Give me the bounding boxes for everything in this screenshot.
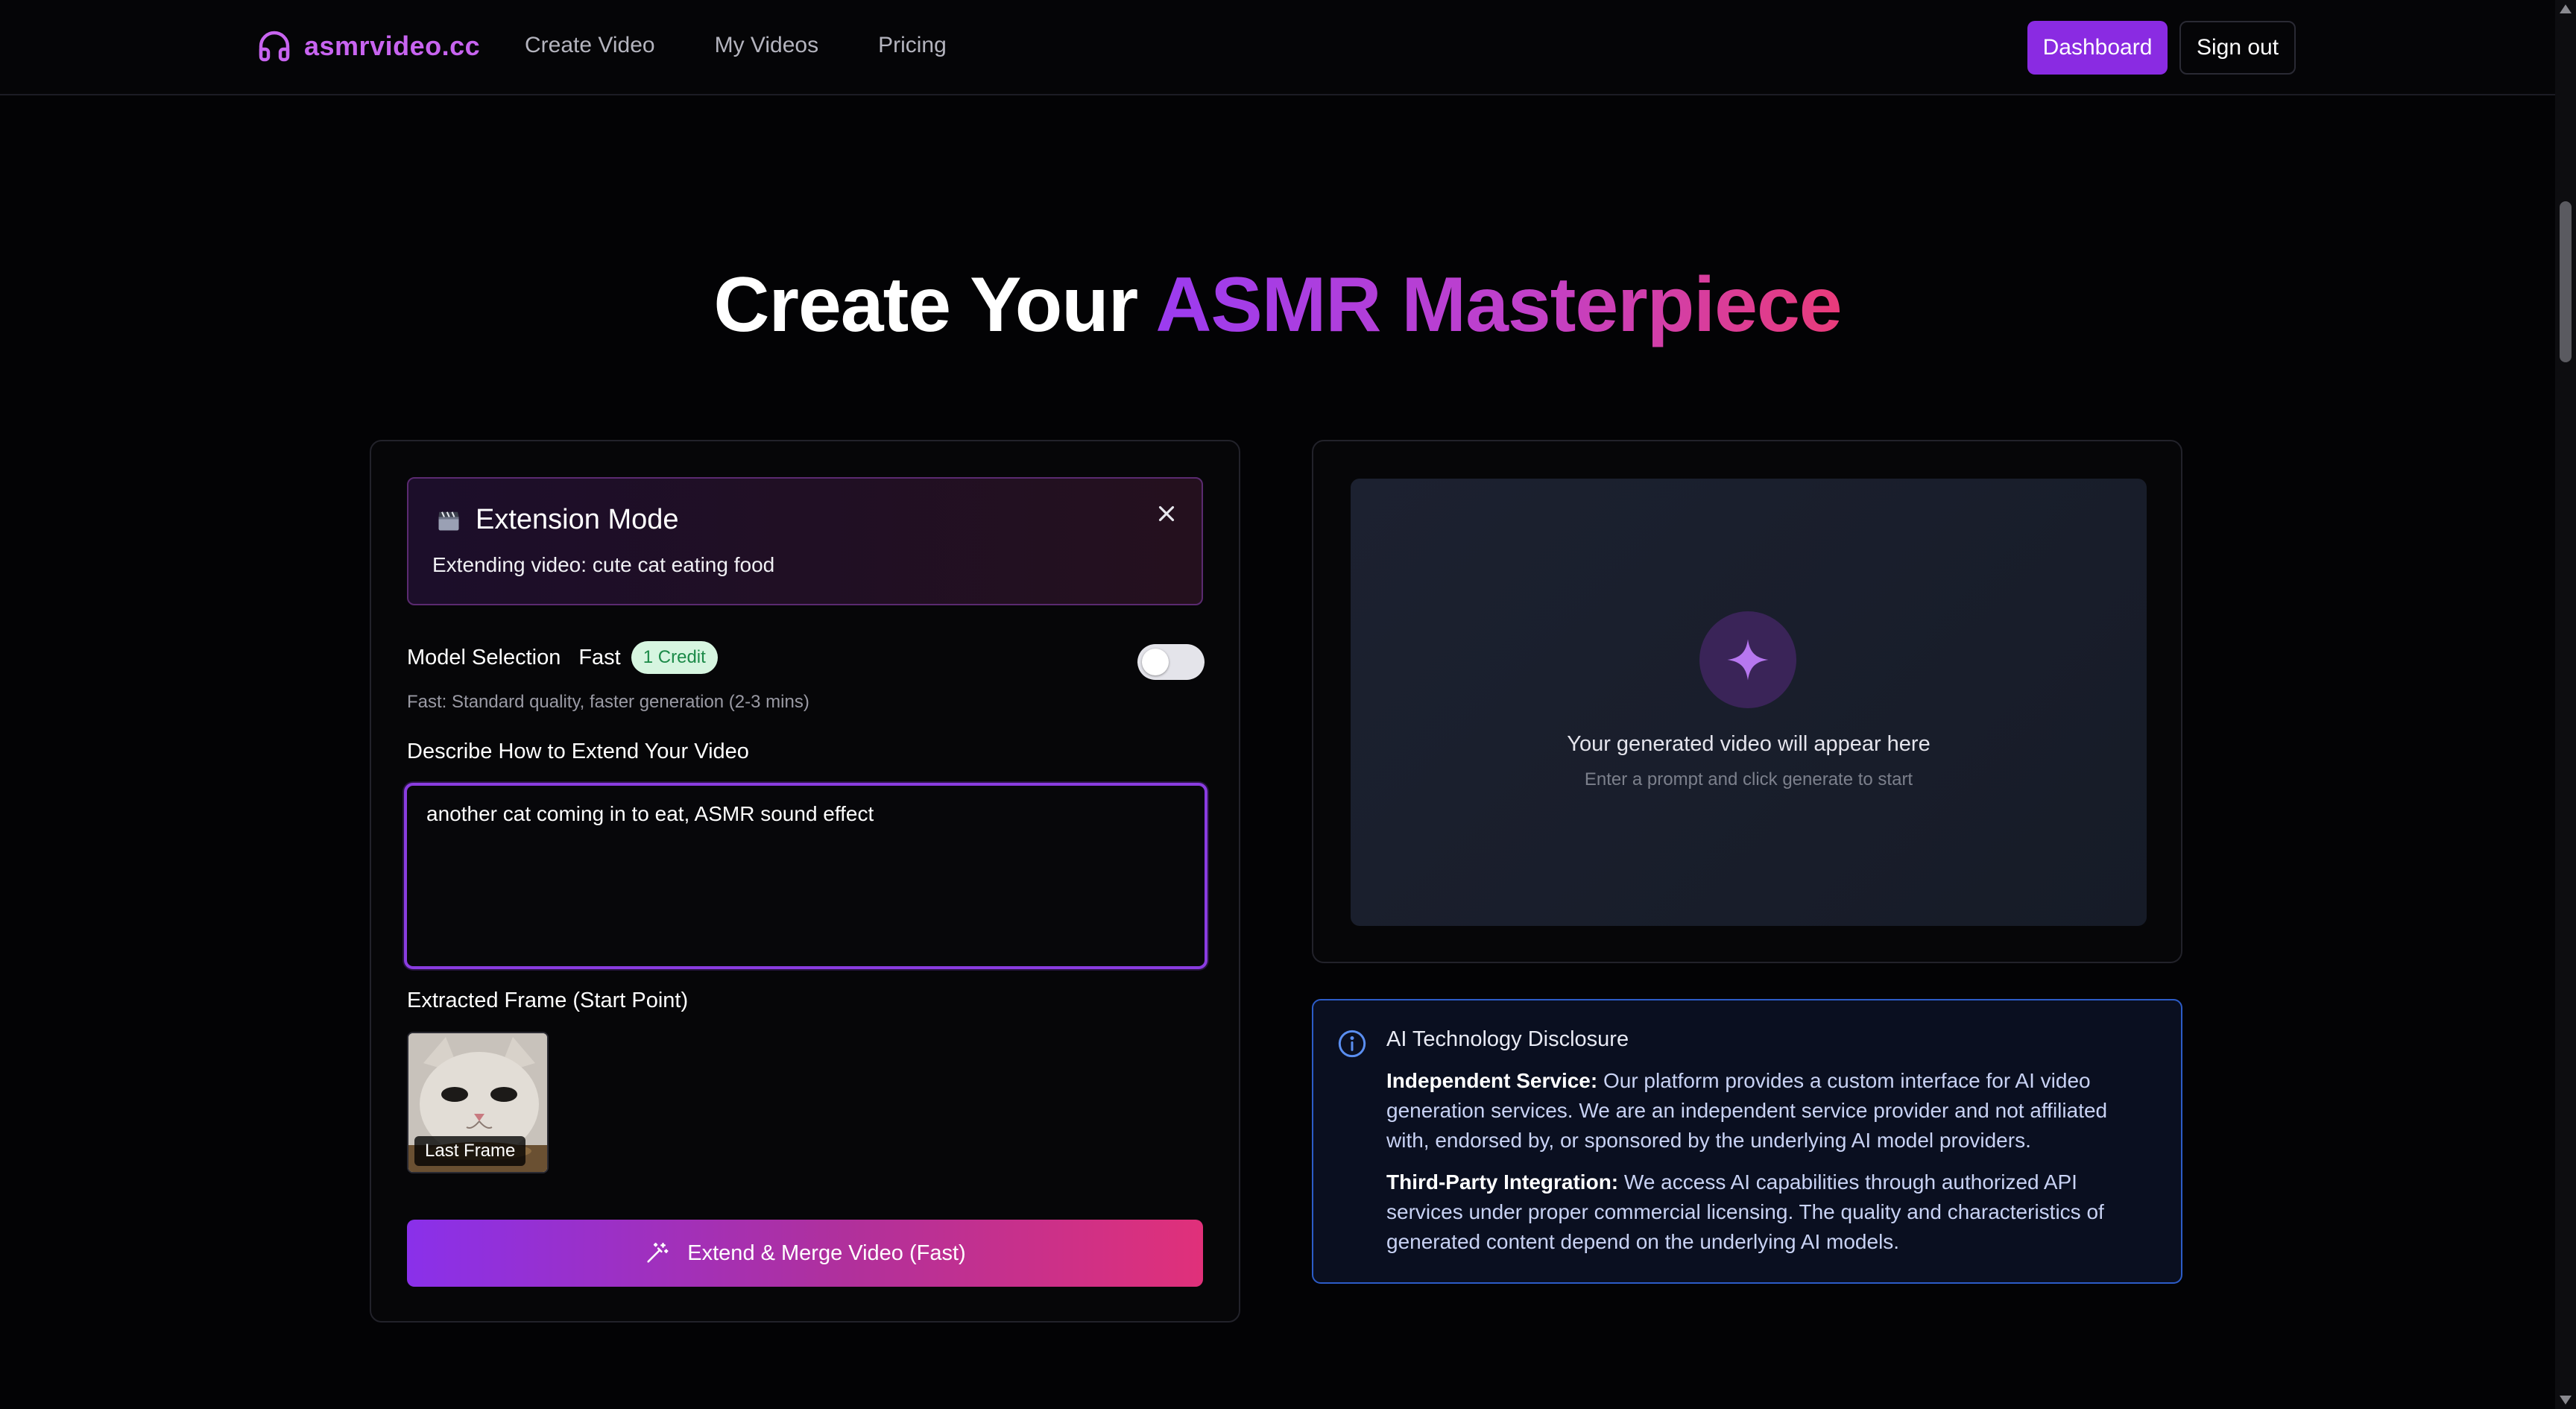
info-icon xyxy=(1338,1030,1366,1058)
last-frame-tag: Last Frame xyxy=(414,1136,526,1166)
model-quality-toggle[interactable] xyxy=(1137,644,1205,680)
toggle-knob xyxy=(1142,649,1169,675)
extension-mode-title: Extension Mode xyxy=(476,504,679,535)
extend-merge-button[interactable]: Extend & Merge Video (Fast) xyxy=(407,1220,1203,1287)
extracted-frame-label: Extracted Frame (Start Point) xyxy=(407,989,689,1012)
nav-link-create-video[interactable]: Create Video xyxy=(525,33,655,58)
top-nav: asmrvideo.cc Create Video My Videos Pric… xyxy=(0,0,2555,95)
nav-link-my-videos[interactable]: My Videos xyxy=(715,33,819,58)
extension-mode-banner: Extension Mode Extending video: cute cat… xyxy=(407,477,1203,605)
model-selection-label: Model Selection xyxy=(407,645,561,669)
page: asmrvideo.cc Create Video My Videos Pric… xyxy=(0,0,2555,1409)
headphones-icon xyxy=(259,31,290,62)
extracted-frame-thumbnail: Last Frame xyxy=(407,1032,549,1173)
page-title-highlight: ASMR Masterpiece xyxy=(1155,262,1842,348)
extension-mode-subtitle: Extending video: cute cat eating food xyxy=(432,553,775,576)
clapperboard-icon xyxy=(438,511,459,530)
brand-logo[interactable]: asmrvideo.cc xyxy=(256,28,480,64)
page-scrollbar[interactable] xyxy=(2555,0,2576,1409)
extension-mode-header: Extension Mode xyxy=(435,504,679,536)
scrollbar-thumb[interactable] xyxy=(2560,201,2572,362)
scroll-up-arrow-icon[interactable] xyxy=(2560,4,2572,13)
preview-placeholder-subtitle: Enter a prompt and click generate to sta… xyxy=(1584,769,1913,789)
disclosure-p2-heading: Third-Party Integration: xyxy=(1386,1170,1619,1194)
close-icon[interactable] xyxy=(1154,501,1179,526)
nav-links: Create Video My Videos Pricing xyxy=(525,33,947,58)
nav-link-pricing[interactable]: Pricing xyxy=(878,33,947,58)
sparkle-icon xyxy=(1727,639,1769,681)
disclosure-third-party: Third-Party Integration: We access AI ca… xyxy=(1386,1167,2147,1257)
create-form-card: Extension Mode Extending video: cute cat… xyxy=(370,440,1240,1323)
disclosure-title: AI Technology Disclosure xyxy=(1386,1027,1629,1051)
disclosure-independent-service: Independent Service: Our platform provid… xyxy=(1386,1066,2147,1156)
model-mode-label: Fast xyxy=(578,645,621,669)
preview-placeholder-title: Your generated video will appear here xyxy=(1567,732,1931,756)
ai-disclosure-panel: AI Technology Disclosure Independent Ser… xyxy=(1312,999,2182,1284)
sparkle-badge xyxy=(1699,611,1796,708)
scroll-down-arrow-icon[interactable] xyxy=(2560,1396,2572,1405)
prompt-label: Describe How to Extend Your Video xyxy=(407,740,749,763)
page-title-plain: Create Your xyxy=(713,262,1156,348)
credit-badge: 1 Credit xyxy=(631,641,718,674)
preview-card: Your generated video will appear here En… xyxy=(1312,440,2182,963)
prompt-textarea[interactable]: another cat coming in to eat, ASMR sound… xyxy=(404,783,1208,969)
extend-merge-button-label: Extend & Merge Video (Fast) xyxy=(687,1241,966,1265)
page-title: Create Your ASMR Masterpiece xyxy=(0,261,2555,350)
model-selection-row: Model Selection Fast 1 Credit xyxy=(407,641,718,674)
magic-wand-icon xyxy=(647,1242,669,1263)
sign-out-button[interactable]: Sign out xyxy=(2179,21,2296,75)
video-preview-area: Your generated video will appear here En… xyxy=(1351,479,2147,926)
brand-name: asmrvideo.cc xyxy=(304,31,481,61)
disclosure-p1-heading: Independent Service: xyxy=(1386,1069,1598,1092)
model-hint: Fast: Standard quality, faster generatio… xyxy=(407,692,809,712)
dashboard-button[interactable]: Dashboard xyxy=(2027,21,2168,75)
